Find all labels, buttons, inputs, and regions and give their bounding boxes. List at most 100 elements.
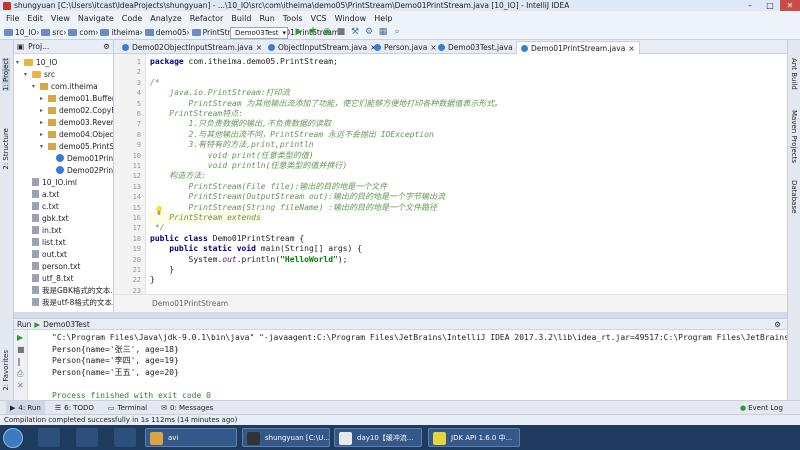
vlc-app-icon[interactable] [76,428,98,447]
close-icon[interactable]: × [256,43,262,52]
menu-item-file[interactable]: File [6,14,19,23]
collapse-arrow-icon[interactable]: ▸ [40,119,47,126]
event-log-button[interactable]: ● Event Log [740,404,783,412]
editor-tab[interactable]: ObjectInputStream.java× [264,41,380,54]
tree-item[interactable]: ▾ 10_IO [16,56,57,68]
run-config-select[interactable]: Demo03Test ▾ [230,27,288,39]
browser-app-icon[interactable] [114,428,136,447]
project-tool-button[interactable]: 1: Project [2,58,10,91]
tree-item[interactable]: 10_IO.iml [24,176,77,188]
explorer-app-icon[interactable] [38,428,60,447]
run-tab-label[interactable]: Demo03Test [43,320,90,329]
close-button[interactable]: ✕ [780,0,800,11]
tree-item[interactable]: in.txt [24,224,62,236]
close-icon[interactable]: ✕ [17,381,24,390]
ant-build-tool-button[interactable]: Ant Build [790,58,798,90]
code-editor[interactable]: 1 2 3 4 5 6 7 8 9 10 11 12 13 14 15 16 17 18 19 20 21 22 23 pa… [114,54,787,295]
favorites-tool-button[interactable]: 2: Favorites [2,350,10,391]
expand-arrow-icon[interactable]: ▾ [24,71,31,78]
expand-arrow-icon[interactable]: ▾ [16,59,23,66]
maximize-button[interactable]: □ [760,0,780,11]
breadcrumb-item[interactable]: com [79,28,95,37]
run-console[interactable]: "C:\Program Files\Java\jdk-9.0.1\bin\jav… [28,330,787,400]
menu-item-refactor[interactable]: Refactor [190,14,224,23]
editor-tab[interactable]: Demo02ObjectInputStream.java × [118,41,266,54]
coverage-icon[interactable]: ◉ [322,27,332,37]
tree-item[interactable]: Demo02PrintStream [48,164,113,176]
breadcrumb-item[interactable]: itheima [111,28,139,37]
debug-icon[interactable]: ✱ [308,27,318,37]
start-button[interactable] [3,428,23,448]
collapse-arrow-icon[interactable]: ▸ [40,107,47,114]
bottom-tab[interactable]: ✉ 0: Messages [157,401,217,414]
settings-icon[interactable]: ⚙ [364,27,374,37]
taskbar-window[interactable]: avi [145,428,237,447]
tree-item[interactable]: Demo01PrintStream [48,152,113,164]
structure-icon[interactable]: ▦ [378,27,388,37]
database-tool-button[interactable]: Database [790,180,798,213]
taskbar-window[interactable]: shungyuan [C:\U... [242,428,330,447]
tree-item[interactable]: ▸ demo04.ObjectStream [40,128,113,140]
menu-item-help[interactable]: Help [374,14,392,23]
breadcrumb-item[interactable]: 10_IO [15,28,36,37]
collapse-arrow-icon[interactable]: ▸ [40,131,47,138]
tree-item[interactable]: ▾ demo05.PrintStream [40,140,113,152]
expand-arrow-icon[interactable]: ▾ [40,143,47,150]
pause-icon[interactable]: ‖ [17,357,21,366]
menu-item-tools[interactable]: Tools [283,14,303,23]
tree-item[interactable]: ▸ demo02.CopyFile [40,104,113,116]
file-icon [32,262,39,270]
menu-item-analyze[interactable]: Analyze [150,14,182,23]
tree-item[interactable]: ▸ demo03.ReverseStream [40,116,113,128]
menu-item-build[interactable]: Build [231,14,251,23]
breadcrumb-item[interactable]: src [52,28,63,37]
menu-item-run[interactable]: Run [259,14,274,23]
breadcrumb-item[interactable]: demo05 [156,28,187,37]
tree-item[interactable]: c.txt [24,200,59,212]
menu-item-view[interactable]: View [51,14,70,23]
rerun-icon[interactable]: ▶ [17,333,23,342]
menu-item-window[interactable]: Window [335,14,367,23]
lightbulb-icon[interactable]: 💡 [154,206,164,215]
stop-icon[interactable]: ■ [17,345,25,354]
taskbar-window[interactable]: day10【缓冲流... [334,428,422,447]
editor-breadcrumb-class[interactable]: Demo01PrintStream [152,299,228,308]
menu-item-vcs[interactable]: VCS [311,14,327,23]
menu-item-edit[interactable]: Edit [27,14,43,23]
project-panel-title[interactable]: Proj... [28,42,49,51]
bottom-tab[interactable]: ▭ Terminal [104,401,151,414]
tree-item[interactable]: ▾ com.itheima [32,80,98,92]
taskbar-window[interactable]: JDK API 1.6.0 中... [428,428,520,447]
bottom-tab[interactable]: ▶ 4: Run [6,401,45,414]
bottom-tab[interactable]: ☰ 6: TODO [51,401,98,414]
tree-item[interactable]: ▾ src [24,68,55,80]
tree-item[interactable]: out.txt [24,248,67,260]
minimize-button[interactable]: – [740,0,760,11]
run-icon[interactable]: ▶ [294,27,304,37]
maven-projects-tool-button[interactable]: Maven Projects [790,110,798,163]
stop-icon[interactable]: ■ [336,27,346,37]
structure-tool-button[interactable]: 2: Structure [2,128,10,170]
menu-item-navigate[interactable]: Navigate [78,14,114,23]
gear-icon[interactable]: ⚙ [774,320,781,329]
editor-tab[interactable]: Demo01PrintStream.java × [516,41,640,54]
print-icon[interactable]: ⎙ [17,369,23,379]
tree-item[interactable]: person.txt [24,260,80,272]
tree-item[interactable]: a.txt [24,188,59,200]
editor-tab[interactable]: Person.java × [370,41,441,54]
gear-icon[interactable]: ⚙ [103,42,110,51]
build-icon[interactable]: ⚒ [350,27,360,37]
run-actions: ▶ ■ ‖ ⎙ ✕ [14,330,28,400]
tree-item[interactable]: 我是GBK格式的文本.txt [24,284,113,296]
tree-item[interactable]: utf_8.txt [24,272,74,284]
tree-item[interactable]: ▸ demo01.BufferedStream [40,92,113,104]
tree-item[interactable]: list.txt [24,236,66,248]
collapse-arrow-icon[interactable]: ▸ [40,95,47,102]
menu-item-code[interactable]: Code [122,14,142,23]
expand-arrow-icon[interactable]: ▾ [32,83,39,90]
tree-item[interactable]: gbk.txt [24,212,69,224]
tree-item[interactable]: 我是utf-8格式的文本.txt [24,296,113,308]
search-icon[interactable]: ⌕ [392,27,402,37]
editor-tab[interactable]: Demo03Test.java× [434,41,526,54]
close-icon[interactable]: × [628,44,634,53]
